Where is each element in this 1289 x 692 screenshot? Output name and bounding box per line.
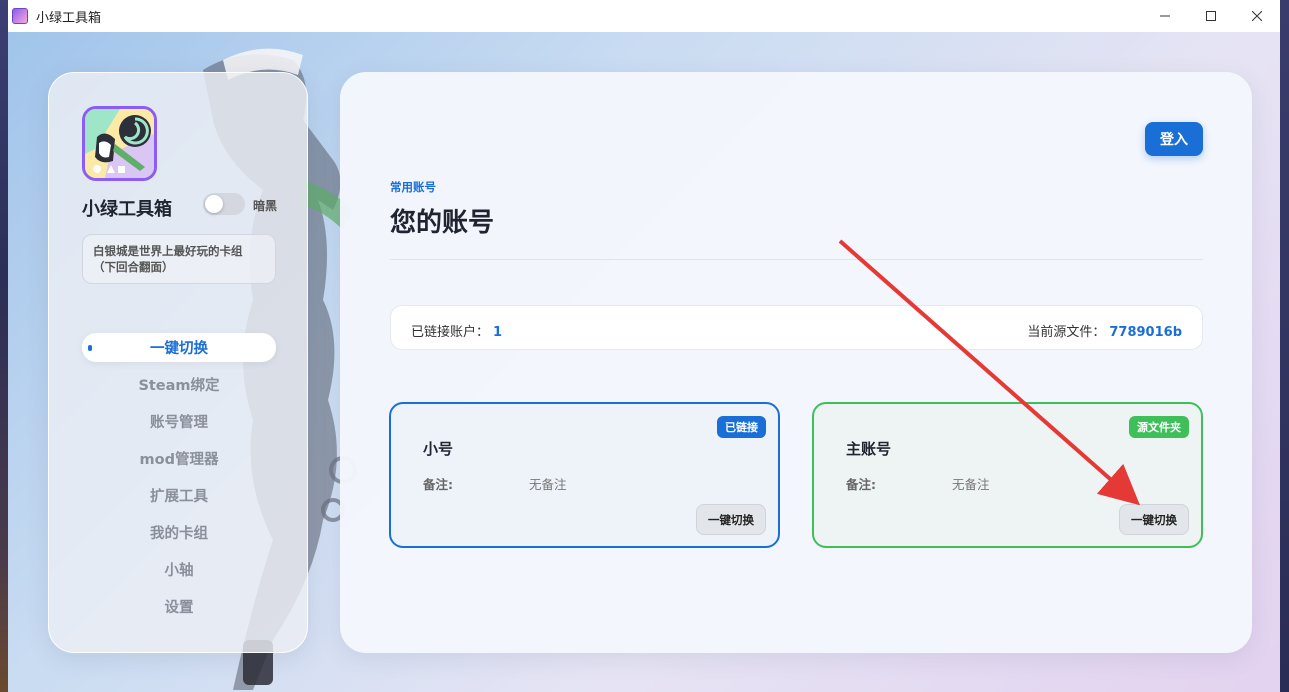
app-logo (82, 106, 157, 181)
page-title: 您的账号 (390, 208, 495, 238)
title-bar: 小绿工具箱 (8, 0, 1280, 32)
window-title: 小绿工具箱 (36, 10, 102, 26)
source-file-value: 7789016b (1109, 325, 1182, 340)
main-panel: 登入 常用账号 您的账号 已链接账户： 1 当前源文件： 7789016b 已链接 … (340, 72, 1252, 653)
app-title-icon (12, 8, 28, 24)
account-name: 小号 (423, 440, 454, 458)
linked-badge: 已链接 (717, 416, 766, 438)
nav-item-steam-binding[interactable]: Steam绑定 (82, 370, 276, 399)
nav-item-settings[interactable]: 设置 (82, 592, 276, 621)
close-icon (1252, 11, 1262, 21)
linked-accounts-count: 1 (493, 325, 503, 340)
note-label: 备注: (846, 477, 876, 492)
dark-mode-label: 暗黑 (253, 199, 278, 213)
nav-item-extension-tools[interactable]: 扩展工具 (82, 481, 276, 510)
desktop-background-right (1280, 0, 1289, 692)
maximize-button[interactable] (1188, 0, 1234, 32)
minimize-icon (1160, 15, 1170, 17)
motto-box: 白银城是世界上最好玩的卡组（下回合翻面） (82, 234, 276, 284)
desktop-background-left (0, 0, 8, 692)
linked-accounts-label: 已链接账户： (411, 325, 490, 340)
dark-mode-toggle[interactable] (203, 193, 245, 215)
sidebar: 小绿工具箱 暗黑 白银城是世界上最好玩的卡组（下回合翻面） 一键切换 Steam… (48, 72, 308, 653)
app-logo-icon (85, 109, 154, 178)
account-card-alt[interactable]: 已链接 小号 备注: 无备注 一键切换 (389, 402, 780, 548)
toggle-knob (205, 195, 223, 213)
nav-item-account-management[interactable]: 账号管理 (82, 407, 276, 436)
section-kicker: 常用账号 (390, 180, 436, 194)
account-name: 主账号 (846, 440, 892, 458)
close-button[interactable] (1234, 0, 1280, 32)
minimize-button[interactable] (1142, 0, 1188, 32)
nav-item-quick-switch[interactable]: 一键切换 (82, 333, 276, 362)
sidebar-app-name: 小绿工具箱 (82, 199, 172, 220)
divider (390, 259, 1203, 260)
source-file-label: 当前源文件： (1027, 325, 1106, 340)
note-value: 无备注 (952, 477, 990, 492)
note-label: 备注: (423, 477, 453, 492)
note-value: 无备注 (529, 477, 567, 492)
nav-item-small-axis[interactable]: 小轴 (82, 555, 276, 584)
source-file-stat: 当前源文件： 7789016b (1027, 321, 1182, 340)
linked-accounts-stat: 已链接账户： 1 (411, 321, 502, 340)
source-folder-badge: 源文件夹 (1129, 416, 1189, 438)
stats-bar: 已链接账户： 1 当前源文件： 7789016b (390, 305, 1203, 350)
sidebar-nav: 一键切换 Steam绑定 账号管理 mod管理器 扩展工具 我的卡组 小轴 设置 (82, 333, 276, 629)
login-button[interactable]: 登入 (1145, 122, 1203, 156)
quick-switch-button[interactable]: 一键切换 (696, 504, 766, 535)
nav-item-my-decks[interactable]: 我的卡组 (82, 518, 276, 547)
account-card-main[interactable]: 源文件夹 主账号 备注: 无备注 一键切换 (812, 402, 1203, 548)
maximize-icon (1206, 11, 1216, 21)
quick-switch-button[interactable]: 一键切换 (1119, 504, 1189, 535)
window-controls (1142, 0, 1280, 32)
nav-item-mod-manager[interactable]: mod管理器 (82, 444, 276, 473)
